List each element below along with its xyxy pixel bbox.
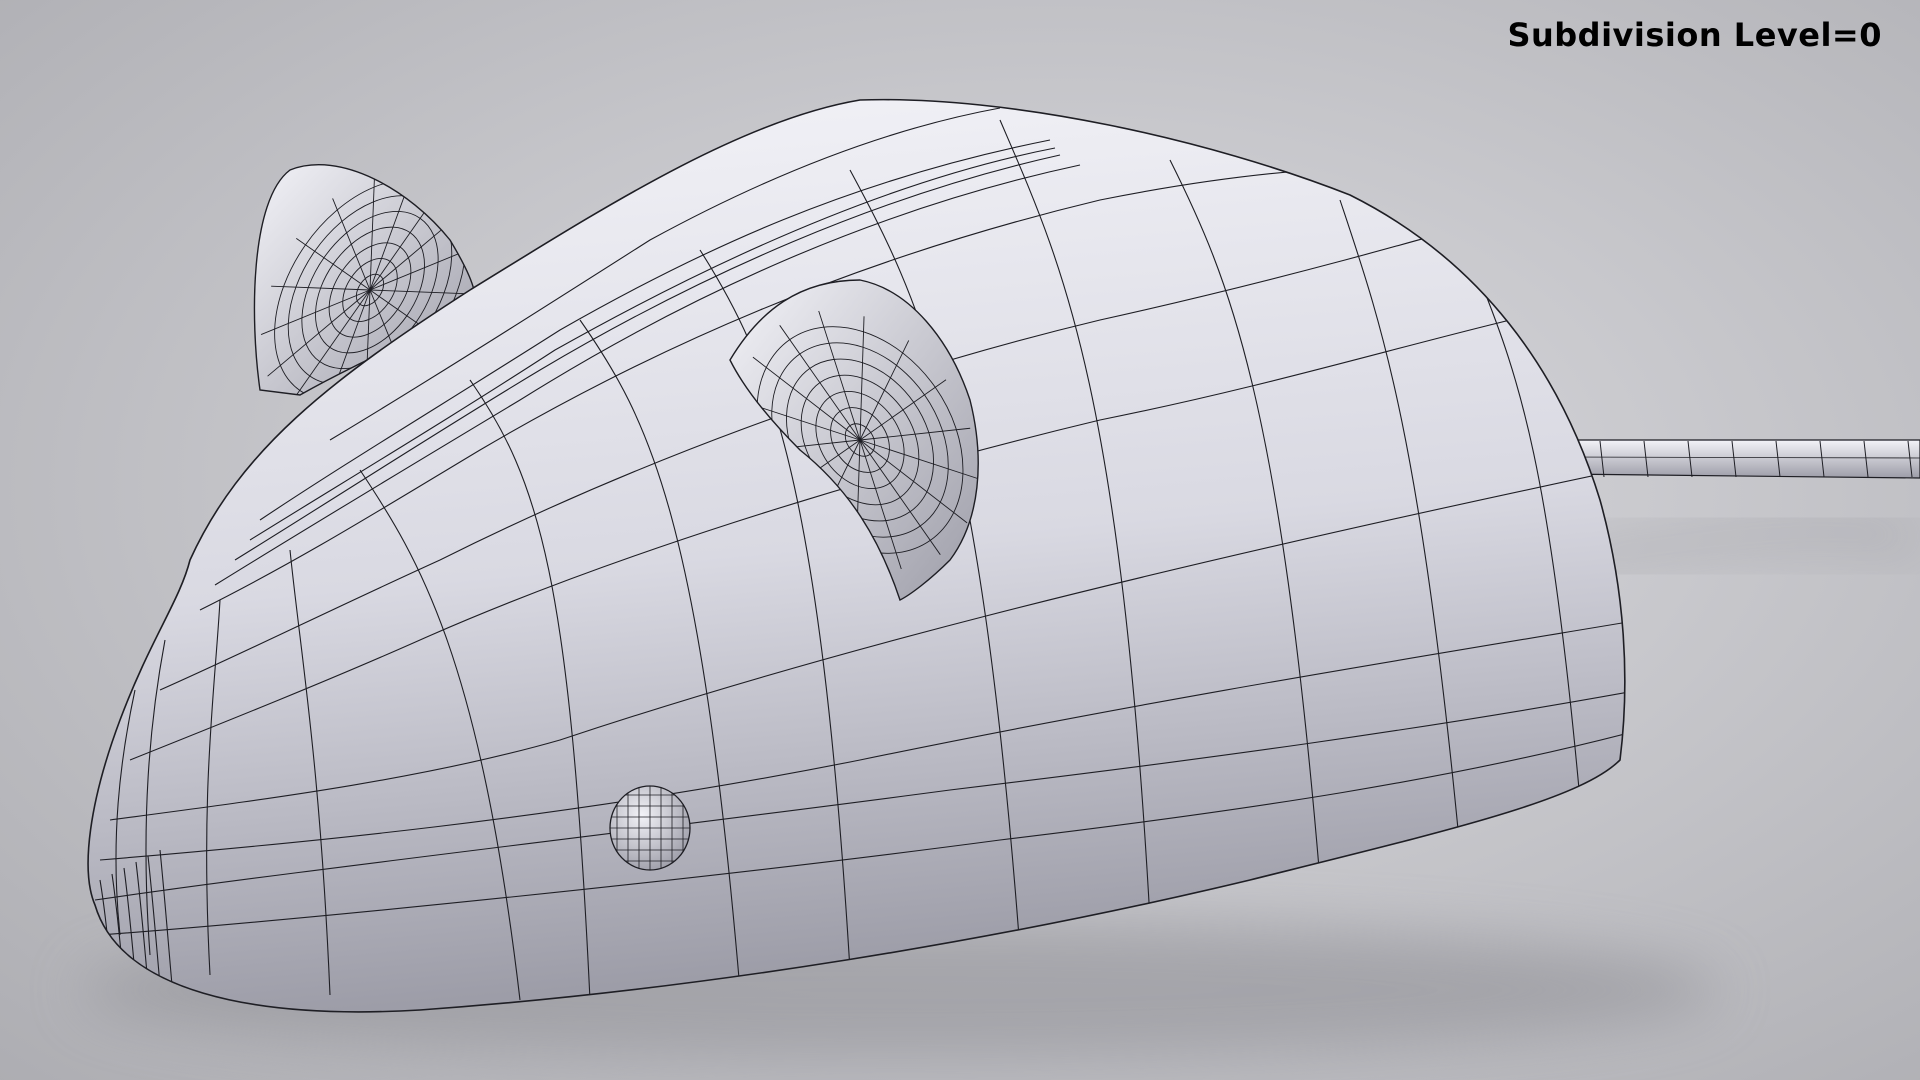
render-viewport <box>0 0 1920 1080</box>
eye <box>609 785 691 871</box>
subdivision-level-label: Subdivision Level=0 <box>1507 16 1882 54</box>
tail <box>1559 439 1920 479</box>
